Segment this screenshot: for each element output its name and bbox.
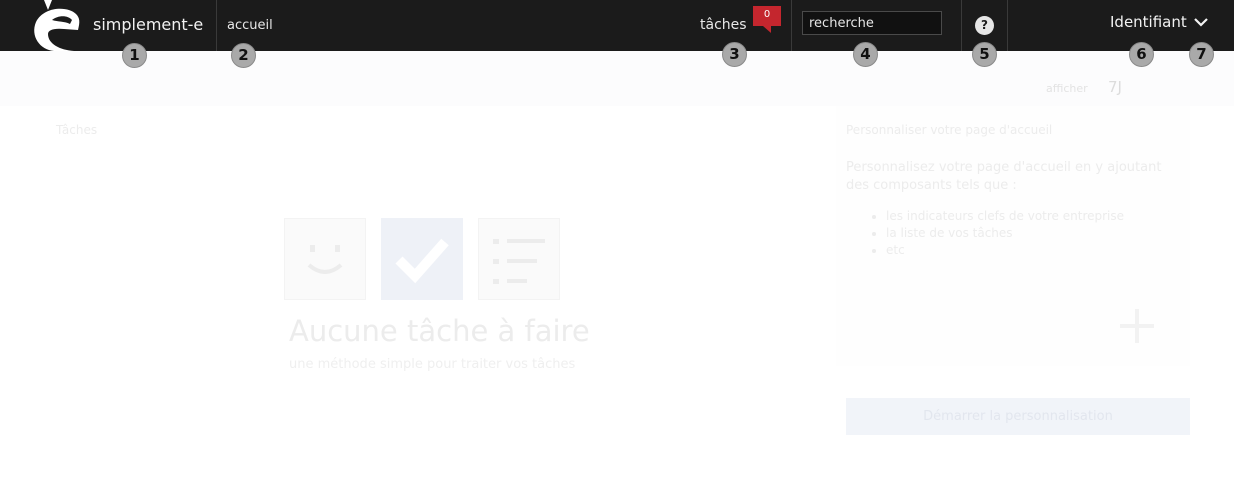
annotation-marker: 4 xyxy=(853,42,878,67)
list-item: etc xyxy=(886,242,1124,259)
user-menu-label[interactable]: Identifiant xyxy=(1110,13,1187,31)
task-count-badge[interactable]: 0 xyxy=(753,6,781,33)
annotation-marker: 5 xyxy=(972,42,997,67)
empty-state-subtitle: une méthode simple pour traiter vos tâch… xyxy=(289,357,576,372)
page-toolbar xyxy=(0,51,1234,106)
annotation-marker: 6 xyxy=(1129,42,1154,67)
display-filter-label: afficher xyxy=(1046,82,1088,95)
list-tile xyxy=(478,218,560,300)
help-button[interactable]: ? xyxy=(975,16,994,35)
check-tile xyxy=(381,218,463,300)
annotation-marker: 7 xyxy=(1189,42,1214,67)
list-icon xyxy=(493,239,545,284)
home-page: afficher 7J Tâches Aucune tâche à faire … xyxy=(0,51,1234,491)
plus-icon[interactable] xyxy=(1118,307,1156,345)
checkmark-icon xyxy=(395,238,449,284)
list-item: les indicateurs clefs de votre entrepris… xyxy=(886,208,1124,225)
customize-panel-title: Personnaliser votre page d'accueil xyxy=(846,123,1053,137)
divider xyxy=(1007,0,1008,51)
nav-home-link[interactable]: accueil xyxy=(227,18,273,33)
annotation-marker: 1 xyxy=(122,43,147,68)
divider xyxy=(791,0,792,51)
annotation-marker: 3 xyxy=(722,42,747,67)
customize-list: les indicateurs clefs de votre entrepris… xyxy=(870,208,1124,259)
empty-state-title: Aucune tâche à faire xyxy=(289,314,590,348)
simplement-e-logo-icon[interactable] xyxy=(30,0,82,51)
divider xyxy=(961,0,962,51)
divider xyxy=(216,0,217,51)
search-input[interactable] xyxy=(802,11,942,35)
brand-name: simplement-e xyxy=(93,15,204,34)
nav-tasks-link[interactable]: tâches xyxy=(700,17,747,33)
start-customization-button[interactable]: Démarrer la personnalisation xyxy=(846,398,1190,435)
list-item: la liste de vos tâches xyxy=(886,225,1124,242)
top-bar: simplement-e accueil tâches 0 ? Identifi… xyxy=(0,0,1234,51)
chevron-down-icon[interactable] xyxy=(1193,16,1209,28)
smiley-tile xyxy=(284,218,366,300)
annotation-marker: 2 xyxy=(231,43,256,68)
smiley-icon xyxy=(307,245,343,274)
display-filter-select[interactable]: 7J xyxy=(1108,78,1122,96)
tasks-panel-title: Tâches xyxy=(56,123,98,137)
customize-description: Personnalisez votre page d'accueil en y … xyxy=(846,160,1162,193)
